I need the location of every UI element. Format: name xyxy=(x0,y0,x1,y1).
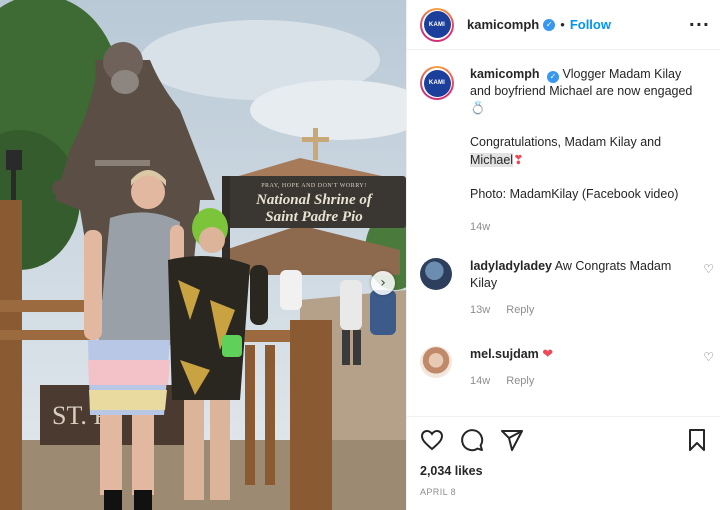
caption-avatar[interactable]: KAMI xyxy=(420,66,454,100)
post-actions: 2,034 likes APRIL 8 xyxy=(407,416,720,510)
separator-dot: • xyxy=(560,17,565,32)
congrats-prefix: Congratulations, Madam Kilay and xyxy=(470,135,662,149)
comment-age: 14w xyxy=(470,375,491,387)
next-image-button[interactable]: › xyxy=(371,271,395,295)
comment-username[interactable]: mel.sujdam xyxy=(470,347,539,361)
ring-emoji: 💍 xyxy=(470,101,486,115)
post-photo[interactable]: PRAY, HOPE AND DON'T WORRY! National Shr… xyxy=(0,0,406,510)
heart-exclamation-emoji: ❣ xyxy=(513,152,524,167)
heart-outline-icon[interactable]: ♡ xyxy=(703,350,714,364)
comment-text: ❤ xyxy=(542,347,554,362)
photo-illustration: PRAY, HOPE AND DON'T WORRY! National Shr… xyxy=(0,0,406,510)
comment-username[interactable]: ladyladyladey xyxy=(470,259,552,273)
avatar-logo: KAMI xyxy=(423,11,451,38)
congrats-name: Michael xyxy=(470,153,514,167)
caption-username[interactable]: kamicomph xyxy=(470,67,539,81)
share-icon[interactable] xyxy=(500,428,524,452)
header-username[interactable]: kamicomph xyxy=(467,17,539,32)
heart-outline-icon[interactable] xyxy=(420,429,444,451)
verified-badge-icon: ✓ xyxy=(543,18,556,31)
likes-count[interactable]: 2,034 likes xyxy=(420,464,707,478)
comment-age: 13w xyxy=(470,304,491,316)
reply-button[interactable]: Reply xyxy=(506,304,534,316)
comments-section[interactable]: KAMI kamicomph ✓ Vlogger Madam Kilay and… xyxy=(407,56,720,416)
comment-icon[interactable] xyxy=(460,428,484,452)
heart-outline-icon[interactable]: ♡ xyxy=(703,262,714,276)
photo-credit: Photo: MadamKilay (Facebook video) xyxy=(470,187,679,201)
bookmark-icon[interactable] xyxy=(687,428,707,452)
sign-line1: PRAY, HOPE AND DON'T WORRY! xyxy=(261,183,367,189)
sign-line2: National Shrine of xyxy=(255,192,374,208)
caption-congrats: Congratulations, Madam Kilay and Michael… xyxy=(470,134,702,169)
verified-badge-icon: ✓ xyxy=(546,70,559,83)
more-options-icon[interactable]: ··· xyxy=(689,15,710,34)
caption-avatar-logo: KAMI xyxy=(423,69,451,97)
avatar[interactable] xyxy=(420,346,452,378)
follow-button[interactable]: Follow xyxy=(570,17,611,32)
post-header: KAMI kamicomph ✓ • Follow ··· xyxy=(407,0,720,50)
post-date: APRIL 8 xyxy=(420,487,456,497)
chevron-right-icon: › xyxy=(380,275,386,291)
post-side-panel: KAMI kamicomph ✓ • Follow ··· KAMI kamic… xyxy=(406,0,720,510)
comment-item: mel.sujdam ❤ 14w Reply ♡ xyxy=(407,346,720,390)
sign-line3: Saint Padre Pio xyxy=(265,209,363,225)
avatar[interactable]: KAMI xyxy=(420,7,454,42)
caption-age: 14w xyxy=(470,221,491,233)
comment-item: ladyladyladey Aw Congrats Madam Kilay 13… xyxy=(407,258,720,319)
reply-button[interactable]: Reply xyxy=(506,375,534,387)
post-caption: KAMI kamicomph ✓ Vlogger Madam Kilay and… xyxy=(407,56,720,236)
avatar[interactable] xyxy=(420,258,452,290)
